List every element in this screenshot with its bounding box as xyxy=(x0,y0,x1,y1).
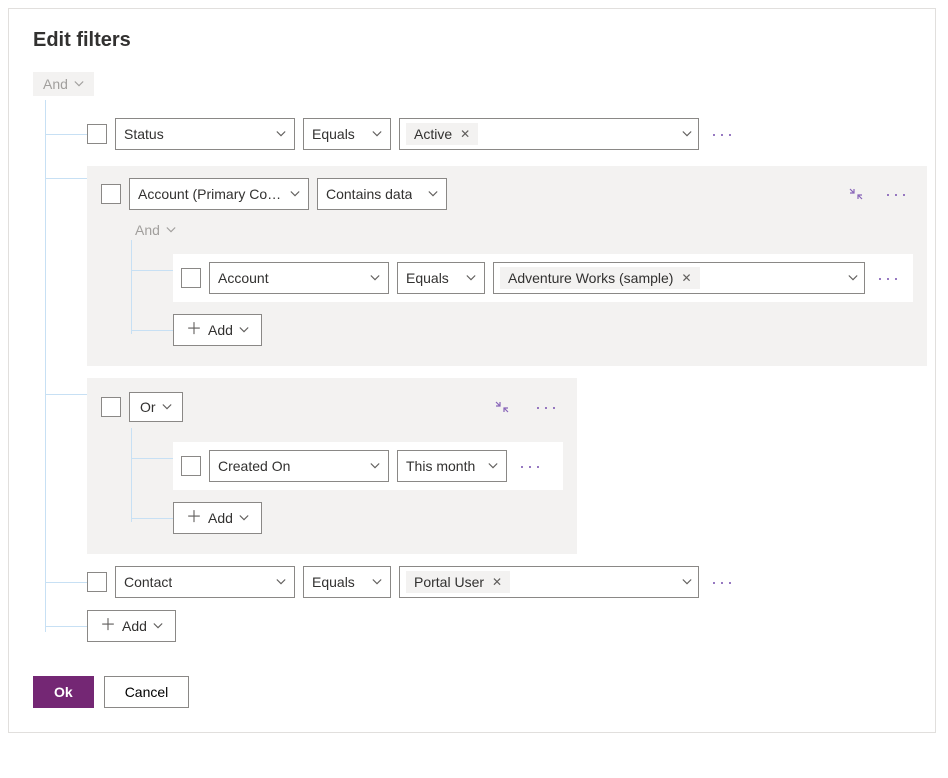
value-select[interactable]: Active ✕ xyxy=(399,118,699,150)
field-select[interactable]: Account (Primary Cont... xyxy=(129,178,309,210)
add-label: Add xyxy=(208,510,233,526)
footer: Ok Cancel xyxy=(33,676,911,708)
chevron-down-icon xyxy=(153,621,163,631)
row-more-icon[interactable]: ··· xyxy=(881,184,913,205)
filter-group-account-primary: Account (Primary Cont... Contains data ·… xyxy=(87,156,911,372)
chevron-down-icon xyxy=(276,577,286,587)
row-checkbox[interactable] xyxy=(181,268,201,288)
add-button[interactable]: ＋ Add xyxy=(173,502,262,534)
row-more-icon[interactable]: ··· xyxy=(707,124,739,145)
collapse-icon[interactable] xyxy=(495,400,509,414)
chevron-down-icon xyxy=(239,513,249,523)
remove-tag-icon[interactable]: ✕ xyxy=(681,272,691,284)
chevron-down-icon xyxy=(488,461,498,471)
remove-tag-icon[interactable]: ✕ xyxy=(460,128,470,140)
chevron-down-icon xyxy=(370,273,380,283)
field-label: Account xyxy=(218,270,269,286)
row-checkbox[interactable] xyxy=(101,397,121,417)
add-button[interactable]: ＋ Add xyxy=(87,610,176,642)
panel-title: Edit filters xyxy=(33,29,911,52)
add-label: Add xyxy=(208,322,233,338)
value-text: Active xyxy=(414,126,452,142)
operator-label: Equals xyxy=(312,574,355,590)
chevron-down-icon xyxy=(370,461,380,471)
filter-row-status: Status Equals Active ✕ xyxy=(87,112,911,156)
cancel-button[interactable]: Cancel xyxy=(104,676,190,708)
operator-label: Equals xyxy=(406,270,449,286)
plus-icon: ＋ xyxy=(186,322,202,338)
row-more-icon[interactable]: ··· xyxy=(531,397,563,418)
chevron-down-icon xyxy=(372,129,382,139)
chevron-down-icon xyxy=(848,273,858,283)
inner-group-operator[interactable]: And xyxy=(131,220,180,240)
value-select[interactable]: Adventure Works (sample) ✕ xyxy=(493,262,865,294)
field-label: Created On xyxy=(218,458,290,474)
row-checkbox[interactable] xyxy=(101,184,121,204)
remove-tag-icon[interactable]: ✕ xyxy=(492,576,502,588)
row-more-icon[interactable]: ··· xyxy=(873,268,905,289)
value-text: Adventure Works (sample) xyxy=(508,270,673,286)
chevron-down-icon xyxy=(276,129,286,139)
chevron-down-icon xyxy=(372,577,382,587)
chevron-down-icon xyxy=(428,189,438,199)
row-checkbox[interactable] xyxy=(87,572,107,592)
plus-icon: ＋ xyxy=(186,510,202,526)
chevron-down-icon xyxy=(682,129,692,139)
collapse-icon[interactable] xyxy=(849,187,863,201)
chevron-down-icon xyxy=(290,189,300,199)
value-select[interactable]: Portal User ✕ xyxy=(399,566,699,598)
root-group-operator[interactable]: And xyxy=(33,72,94,96)
chevron-down-icon xyxy=(239,325,249,335)
row-more-icon[interactable]: ··· xyxy=(707,572,739,593)
chevron-down-icon xyxy=(682,577,692,587)
add-button[interactable]: ＋ Add xyxy=(173,314,262,346)
field-select[interactable]: Status xyxy=(115,118,295,150)
operator-select[interactable]: This month xyxy=(397,450,507,482)
chevron-down-icon xyxy=(74,79,84,89)
inner-group-label: And xyxy=(135,222,160,238)
chevron-down-icon xyxy=(166,225,176,235)
field-select[interactable]: Account xyxy=(209,262,389,294)
field-label: Contact xyxy=(124,574,172,590)
value-tag: Active ✕ xyxy=(406,123,478,145)
or-group-label: Or xyxy=(140,399,156,415)
ok-button[interactable]: Ok xyxy=(33,676,94,708)
operator-select[interactable]: Contains data xyxy=(317,178,447,210)
value-tag: Portal User ✕ xyxy=(406,571,510,593)
chevron-down-icon xyxy=(162,402,172,412)
edit-filters-panel: Edit filters And Status Equals xyxy=(8,8,936,733)
filter-row-contact: Contact Equals Portal User ✕ xyxy=(87,560,911,604)
filter-group-or: Or ··· xyxy=(87,372,911,560)
value-tag: Adventure Works (sample) ✕ xyxy=(500,267,700,289)
operator-select[interactable]: Equals xyxy=(303,118,391,150)
operator-label: This month xyxy=(406,458,475,474)
row-checkbox[interactable] xyxy=(181,456,201,476)
or-group-operator[interactable]: Or xyxy=(129,392,183,422)
field-select[interactable]: Created On xyxy=(209,450,389,482)
row-checkbox[interactable] xyxy=(87,124,107,144)
operator-label: Equals xyxy=(312,126,355,142)
operator-label: Contains data xyxy=(326,186,412,202)
filter-tree: Status Equals Active ✕ xyxy=(45,112,911,648)
root-add-node: ＋ Add xyxy=(87,604,911,648)
value-text: Portal User xyxy=(414,574,484,590)
field-select[interactable]: Contact xyxy=(115,566,295,598)
add-label: Add xyxy=(122,618,147,634)
field-label: Status xyxy=(124,126,164,142)
operator-select[interactable]: Equals xyxy=(303,566,391,598)
chevron-down-icon xyxy=(466,273,476,283)
plus-icon: ＋ xyxy=(100,618,116,634)
root-group-label: And xyxy=(43,76,68,92)
operator-select[interactable]: Equals xyxy=(397,262,485,294)
row-more-icon[interactable]: ··· xyxy=(515,456,547,477)
field-label: Account (Primary Cont... xyxy=(138,186,284,202)
